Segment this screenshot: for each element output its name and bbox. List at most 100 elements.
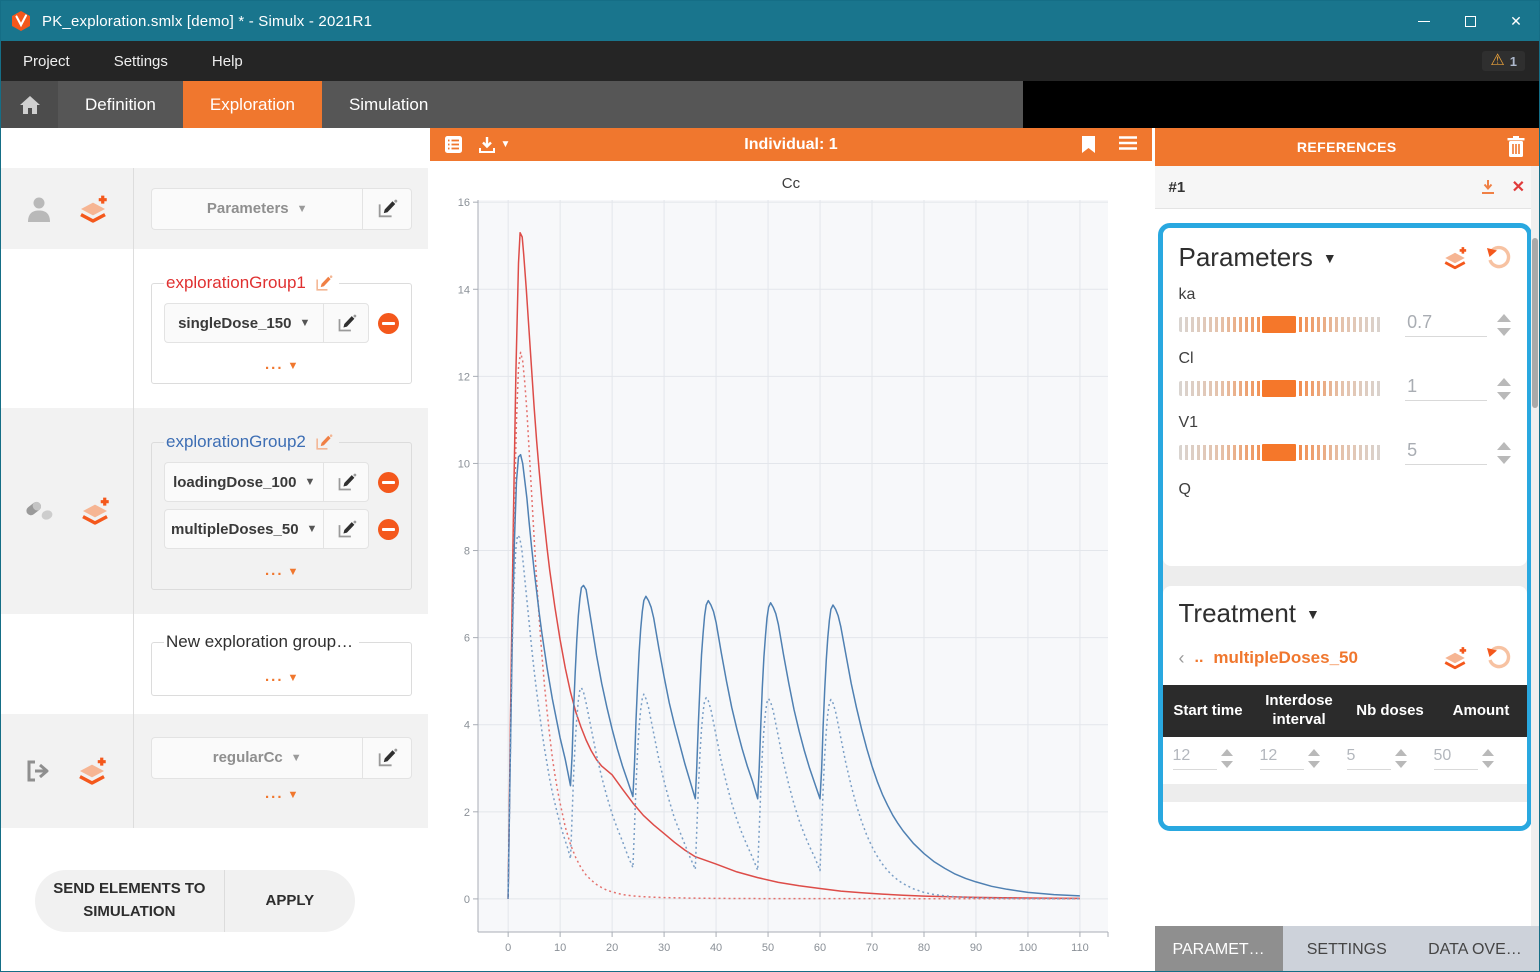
rename-group-icon[interactable]	[314, 433, 333, 452]
add-treatment-element-icon[interactable]	[1441, 645, 1469, 671]
add-treatment-element-icon[interactable]	[78, 495, 112, 527]
amount-input[interactable]: 50	[1434, 747, 1478, 770]
cl-value-field[interactable]: 1	[1405, 376, 1486, 401]
treatment-selector-loadingDose[interactable]: loadingDose_100 ▼	[164, 462, 323, 502]
selected-treatment-name[interactable]: multipleDoses_50	[1213, 648, 1358, 668]
remove-treatment-icon[interactable]	[378, 313, 399, 334]
chevron-down-icon: ▼	[500, 139, 510, 150]
menu-project[interactable]: Project	[23, 53, 70, 70]
send-elements-button[interactable]: SEND ELEMENTS TO SIMULATION	[35, 870, 225, 932]
step-up-icon[interactable]	[1308, 749, 1320, 756]
ka-slider[interactable]	[1179, 317, 1384, 332]
group2-more-options[interactable]: ...▼	[164, 556, 399, 583]
reset-treatment-icon[interactable]	[1485, 645, 1511, 671]
maximize-button[interactable]	[1447, 1, 1493, 41]
reference-item-row[interactable]: #1 ✕	[1155, 166, 1540, 209]
step-down-icon[interactable]	[1395, 761, 1407, 768]
step-down-icon[interactable]	[1221, 761, 1233, 768]
remove-reference-icon[interactable]: ✕	[1512, 177, 1525, 197]
tab-definition[interactable]: Definition	[58, 81, 183, 128]
add-output-element-icon[interactable]	[75, 755, 109, 787]
chevron-left-icon[interactable]: ‹	[1179, 648, 1185, 669]
export-chart-button[interactable]: ▼	[477, 135, 510, 155]
start-time-stepper[interactable]	[1221, 749, 1233, 768]
delete-references-button[interactable]	[1507, 136, 1525, 157]
step-up-icon[interactable]	[1221, 749, 1233, 756]
new-exploration-group[interactable]: New exploration group… ...▼	[151, 632, 412, 696]
references-scrollbar[interactable]	[1531, 166, 1539, 926]
ka-value-field[interactable]: 0.7	[1405, 312, 1486, 337]
treatment-selector-singleDose[interactable]: singleDose_150 ▼	[164, 303, 323, 343]
edit-icon	[376, 198, 398, 220]
treatment-path-prefix[interactable]: ..	[1195, 649, 1204, 667]
chart-svg: 01020304050607080901001100246810121416	[430, 161, 1152, 972]
treatment-label: loadingDose_100	[173, 474, 296, 491]
treatment-selector-multipleDoses[interactable]: multipleDoses_50 ▼	[164, 509, 323, 549]
add-parameters-element-icon[interactable]	[1441, 245, 1469, 271]
add-parameters-element-icon[interactable]	[76, 193, 110, 225]
v1-value-field[interactable]: 5	[1405, 440, 1486, 465]
v1-slider[interactable]	[1179, 445, 1384, 460]
col-start-time: Start time	[1163, 698, 1254, 725]
tab-settings[interactable]: SETTINGS	[1283, 926, 1411, 972]
v1-stepper[interactable]	[1497, 442, 1511, 464]
reset-parameters-icon[interactable]	[1485, 245, 1511, 271]
close-button[interactable]: ✕	[1493, 1, 1539, 41]
nb-doses-stepper[interactable]	[1395, 749, 1407, 768]
menu-help[interactable]: Help	[212, 53, 243, 70]
chevron-down-icon: ▼	[304, 476, 315, 488]
step-up-icon[interactable]	[1482, 749, 1494, 756]
chart-area[interactable]: Cc 0102030405060708090100110024681012141…	[430, 161, 1151, 972]
menu-settings[interactable]: Settings	[114, 53, 168, 70]
chart-menu-button[interactable]	[1118, 135, 1138, 154]
nb-doses-input[interactable]: 5	[1347, 747, 1391, 770]
edit-parameters-button[interactable]	[362, 188, 412, 230]
step-up-icon[interactable]	[1497, 378, 1511, 386]
output-more-options[interactable]: ...▼	[151, 779, 412, 806]
interdose-interval-input[interactable]: 12	[1260, 747, 1304, 770]
cl-stepper[interactable]	[1497, 378, 1511, 400]
step-up-icon[interactable]	[1497, 314, 1511, 322]
step-down-icon[interactable]	[1497, 456, 1511, 464]
treatment-card-bottom	[1163, 802, 1527, 831]
load-reference-icon[interactable]	[1480, 179, 1496, 195]
amount-stepper[interactable]	[1482, 749, 1494, 768]
remove-treatment-icon[interactable]	[378, 472, 399, 493]
start-time-input[interactable]: 12	[1173, 747, 1217, 770]
edit-treatment-button[interactable]	[323, 303, 369, 343]
tab-simulation[interactable]: Simulation	[322, 81, 455, 128]
remove-treatment-icon[interactable]	[378, 519, 399, 540]
tab-data-overview[interactable]: DATA OVE…	[1411, 926, 1539, 972]
warnings-indicator[interactable]: ⚠ 1	[1482, 51, 1525, 71]
tab-exploration[interactable]: Exploration	[183, 81, 322, 128]
output-selector[interactable]: regularCc ▼	[151, 737, 362, 779]
bookmark-reference-button[interactable]	[1081, 135, 1096, 154]
exploration-group-2: explorationGroup2 loadingDose_100 ▼	[151, 432, 412, 590]
home-tab[interactable]	[1, 81, 58, 128]
treatment-section-title[interactable]: Treatment	[1179, 598, 1297, 629]
tab-parameters[interactable]: PARAMET…	[1155, 926, 1283, 972]
ka-stepper[interactable]	[1497, 314, 1511, 336]
step-up-icon[interactable]	[1395, 749, 1407, 756]
minimize-button[interactable]	[1401, 1, 1447, 41]
rename-group-icon[interactable]	[314, 274, 333, 293]
step-up-icon[interactable]	[1497, 442, 1511, 450]
scrollbar-thumb[interactable]	[1532, 238, 1538, 408]
parameters-selector[interactable]: Parameters ▼	[151, 188, 362, 230]
cl-slider[interactable]	[1179, 381, 1384, 396]
pk-concentration-plot[interactable]: 01020304050607080901001100246810121416	[430, 161, 1151, 972]
step-down-icon[interactable]	[1308, 761, 1320, 768]
edit-treatment-button[interactable]	[323, 509, 369, 549]
chart-values-table-button[interactable]	[444, 135, 463, 154]
step-down-icon[interactable]	[1497, 328, 1511, 336]
group1-more-options[interactable]: ...▼	[164, 350, 399, 377]
step-down-icon[interactable]	[1482, 761, 1494, 768]
parameters-section-title[interactable]: Parameters	[1179, 242, 1313, 273]
step-down-icon[interactable]	[1497, 392, 1511, 400]
interdose-interval-stepper[interactable]	[1308, 749, 1320, 768]
new-group-more-options[interactable]: ...▼	[164, 662, 399, 689]
parameters-card: Parameters ▼ ka 0.7	[1163, 228, 1527, 566]
edit-output-button[interactable]	[362, 737, 412, 779]
apply-button[interactable]: APPLY	[225, 870, 355, 932]
edit-treatment-button[interactable]	[323, 462, 369, 502]
